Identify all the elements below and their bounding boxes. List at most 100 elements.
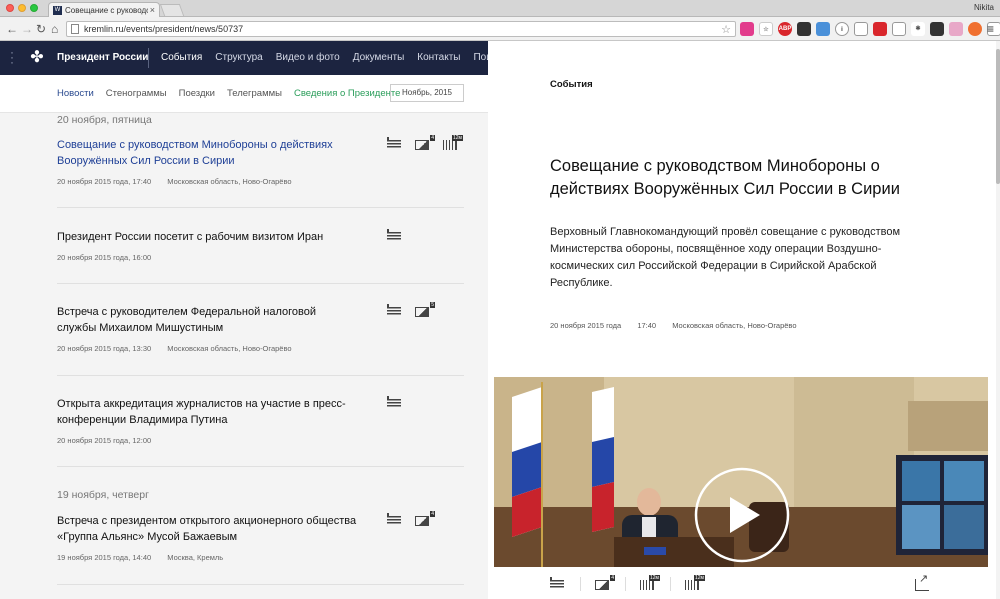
month-picker[interactable]: Ноябрь, 2015	[390, 84, 464, 102]
tool-separator	[670, 577, 671, 591]
extension-pink-icon[interactable]	[949, 22, 963, 36]
media-icons	[387, 396, 403, 410]
text-icon[interactable]	[550, 577, 566, 591]
article-section[interactable]: События	[550, 79, 593, 90]
news-meta: 20 ноября 2015 года, 12:00	[57, 436, 152, 445]
text-icon[interactable]	[387, 229, 403, 243]
news-title-link[interactable]: Встреча с руководителем Федеральной нало…	[57, 304, 357, 336]
media-icons: 4	[387, 511, 435, 527]
news-title-link[interactable]: Встреча с президентом открытого акционер…	[57, 513, 357, 545]
news-meta: 19 ноября 2015 года, 14:40 Москва, Кремл…	[57, 553, 224, 562]
tab-title: Совещание с руководств	[65, 5, 148, 15]
subnav-trips[interactable]: Поездки	[179, 88, 215, 99]
extension-star-icon[interactable]: ☆	[759, 22, 773, 36]
back-icon[interactable]: ←	[6, 22, 18, 36]
extension-shield-icon[interactable]	[930, 22, 944, 36]
close-tab-icon[interactable]: ×	[150, 5, 155, 15]
extension-red-icon[interactable]	[873, 22, 887, 36]
subnav-telegrams[interactable]: Телеграммы	[227, 88, 282, 99]
scrollbar[interactable]	[996, 41, 1000, 599]
nav-documents[interactable]: Документы	[353, 52, 405, 63]
adblock-icon[interactable]: ABP	[778, 22, 792, 36]
maximize-window-button[interactable]	[30, 4, 38, 12]
divider	[57, 375, 464, 376]
news-title-link[interactable]: Президент России посетит с рабочим визит…	[57, 229, 357, 245]
list-item: Встреча с президентом открытого акционер…	[57, 511, 464, 562]
kremlin-favicon-icon: W	[53, 5, 62, 15]
video-icon[interactable]: 12м	[685, 575, 705, 591]
reload-icon[interactable]: ↻	[36, 22, 46, 36]
photo-icon[interactable]: 4	[415, 135, 435, 151]
list-item: Открыта аккредитация журналистов на учас…	[57, 396, 464, 445]
photo-icon[interactable]: 4	[415, 511, 435, 527]
list-item: Встреча с руководителем Федеральной нало…	[57, 302, 464, 353]
article-video-player[interactable]	[494, 377, 988, 567]
url-text[interactable]: kremlin.ru/events/president/news/50737	[84, 24, 243, 34]
news-meta: 20 ноября 2015 года, 17:40 Московская об…	[57, 177, 292, 186]
text-icon[interactable]	[387, 137, 403, 151]
subnav-transcripts[interactable]: Стенограммы	[106, 88, 167, 99]
media-icons: 4 12м	[387, 135, 463, 151]
eagle-emblem-icon[interactable]: ✤	[27, 48, 47, 68]
sub-nav: Новости Стенограммы Поездки Телеграммы С…	[0, 75, 488, 113]
browser-tab[interactable]: W Совещание с руководств ×	[48, 2, 160, 17]
extension-list-icon[interactable]	[854, 22, 868, 36]
browser-menu-icon[interactable]: ≡	[987, 22, 994, 36]
subnav-news[interactable]: Новости	[57, 88, 94, 99]
browser-tabbar: W Совещание с руководств × Nikita	[0, 0, 1000, 17]
article-lead: Верховный Главнокомандующий провёл совещ…	[550, 226, 901, 289]
new-tab-button[interactable]	[159, 4, 185, 16]
extension-screen-icon[interactable]	[797, 22, 811, 36]
extension-orange-icon[interactable]	[968, 22, 982, 36]
media-icons	[387, 229, 403, 243]
tool-separator	[580, 577, 581, 591]
divider	[57, 207, 464, 208]
scrollbar-thumb[interactable]	[996, 49, 1000, 184]
article-place: Московская область, Ново-Огарёво	[672, 321, 797, 330]
bookmark-star-icon[interactable]: ☆	[721, 23, 731, 36]
divider	[57, 466, 464, 467]
video-icon[interactable]: 12м	[640, 575, 660, 591]
home-icon[interactable]: ⌂	[51, 22, 58, 36]
extension-chart-icon[interactable]	[740, 22, 754, 36]
nav-contacts[interactable]: Контакты	[417, 52, 460, 63]
text-icon[interactable]	[387, 396, 403, 410]
extension-info-icon[interactable]: i	[835, 22, 849, 36]
extension-translate-icon[interactable]	[816, 22, 830, 36]
nav-structure[interactable]: Структура	[215, 52, 262, 63]
more-dots-icon[interactable]: · · ·	[10, 46, 14, 68]
extension-grid-icon[interactable]	[892, 22, 906, 36]
site-brand[interactable]: Президент России	[57, 52, 148, 63]
article-time: 17:40	[637, 321, 657, 330]
media-icons: 5	[387, 302, 435, 318]
day-heading: 19 ноября, четверг	[57, 489, 149, 501]
article-title: Совещание с руководством Минобороны о де…	[550, 157, 900, 198]
minimize-window-button[interactable]	[18, 4, 26, 12]
news-meta: 20 ноября 2015 года, 16:00	[57, 253, 152, 262]
share-icon[interactable]	[915, 572, 929, 591]
address-bar[interactable]: kremlin.ru/events/president/news/50737 ☆	[66, 21, 736, 37]
article-date: 20 ноября 2015 года	[550, 321, 622, 330]
news-title-link[interactable]: Открыта аккредитация журналистов на учас…	[57, 396, 357, 428]
extension-puzzle-icon[interactable]: ✱	[911, 22, 925, 36]
text-icon[interactable]	[387, 513, 403, 527]
close-window-button[interactable]	[6, 4, 14, 12]
news-meta: 20 ноября 2015 года, 13:30 Московская об…	[57, 344, 292, 353]
article-tools: 4 12м 12м	[550, 575, 930, 595]
nav-video-photo[interactable]: Видео и фото	[276, 52, 340, 63]
photo-icon[interactable]: 4	[595, 575, 615, 591]
profile-user-name[interactable]: Nikita	[974, 3, 994, 12]
extensions-bar: ☆ ABP i ✱	[740, 21, 1000, 37]
text-icon[interactable]	[387, 304, 403, 318]
article-panel: События Совещание с руководством Минобор…	[488, 41, 1000, 599]
tool-separator	[625, 577, 626, 591]
video-still-image	[494, 377, 988, 567]
nav-events[interactable]: События	[161, 52, 202, 63]
news-title-link[interactable]: Совещание с руководством Минобороны о де…	[57, 137, 357, 169]
divider	[57, 283, 464, 284]
subnav-president-info[interactable]: Сведения о Президенте	[294, 88, 400, 99]
list-item: Президент России посетит с рабочим визит…	[57, 229, 464, 262]
video-icon[interactable]: 12м	[443, 135, 463, 151]
photo-icon[interactable]: 5	[415, 302, 435, 318]
forward-icon[interactable]: →	[21, 22, 33, 36]
